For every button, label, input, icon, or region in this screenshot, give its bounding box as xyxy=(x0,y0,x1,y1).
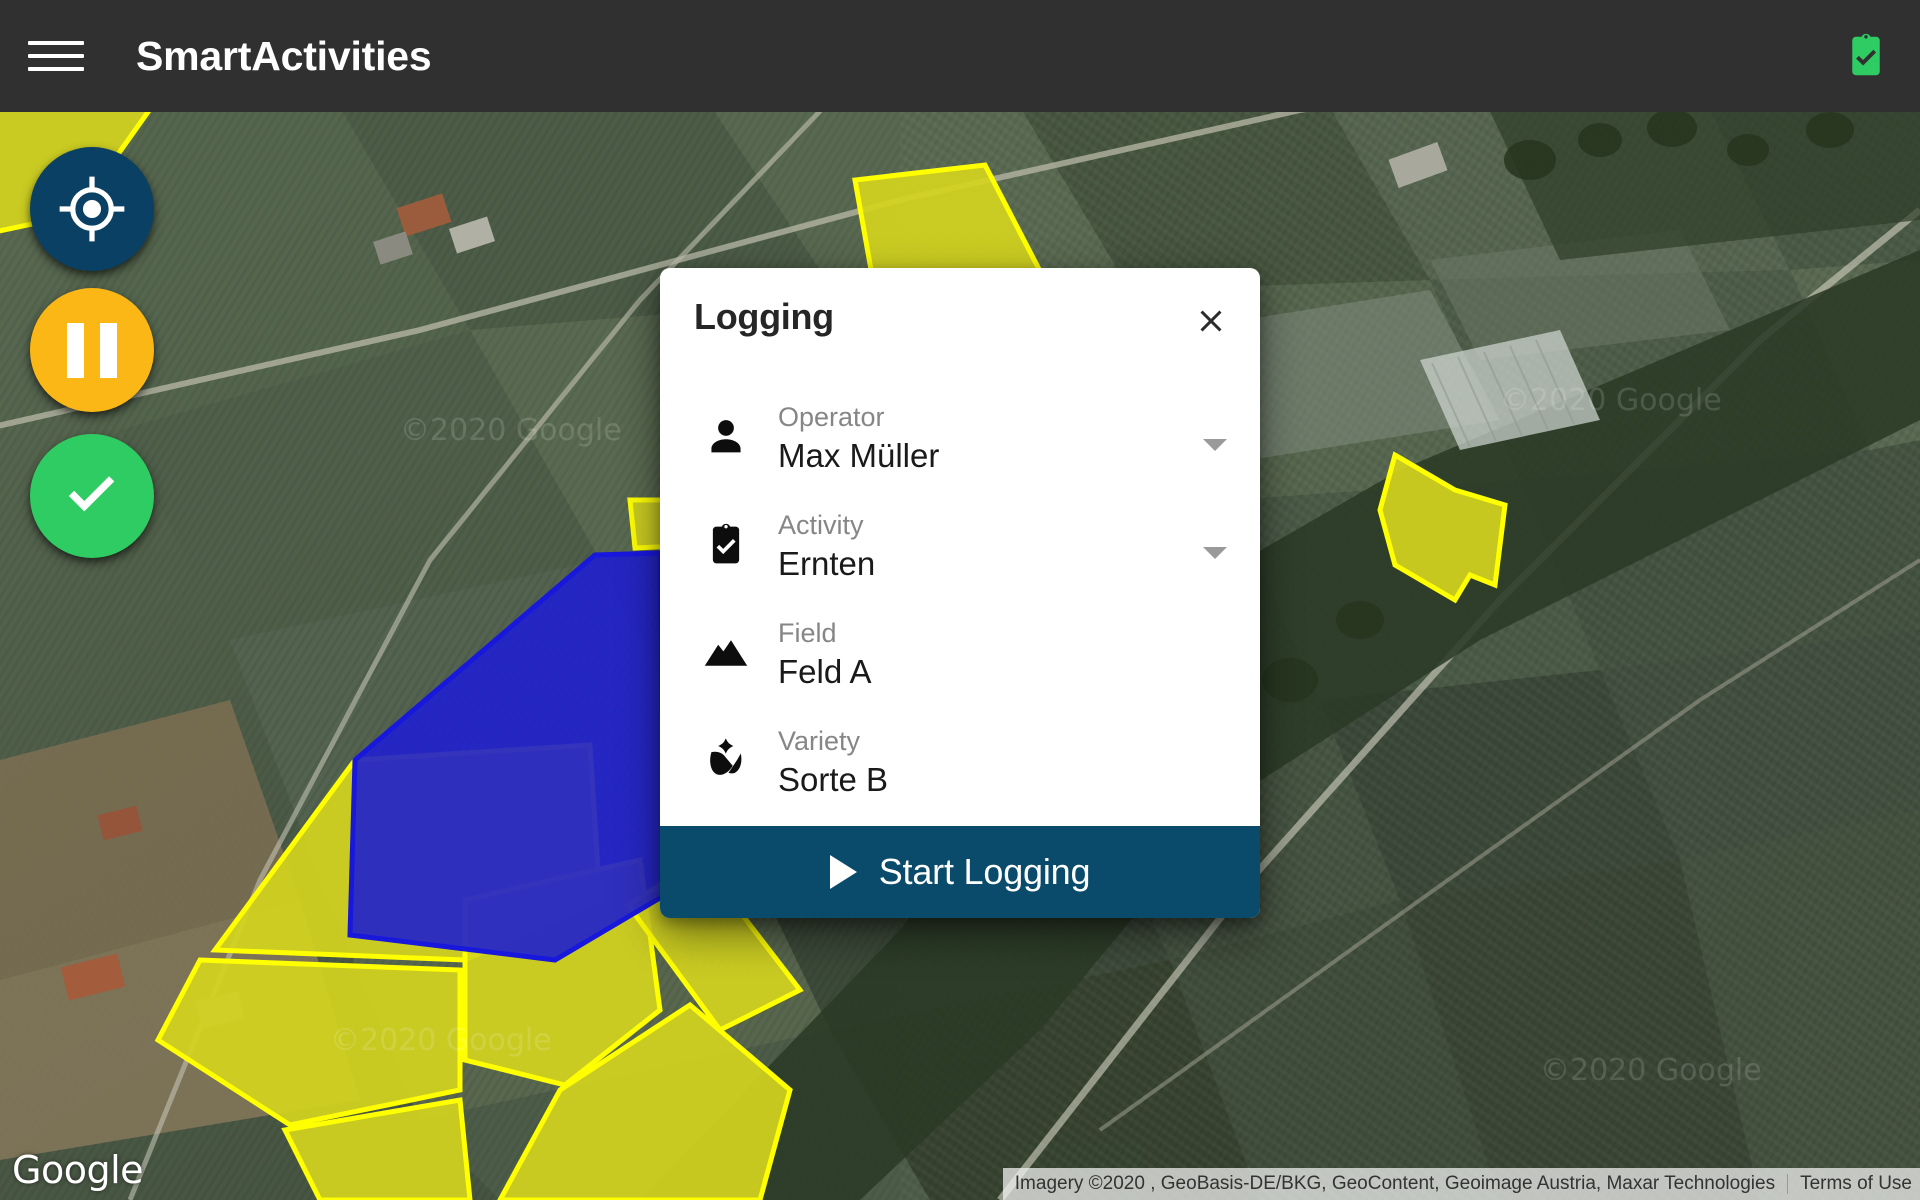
field-value-field: Feld A xyxy=(778,652,872,690)
pause-bar-left xyxy=(67,322,84,378)
rose-glyph xyxy=(710,738,742,775)
hamburger-menu-icon[interactable] xyxy=(28,36,84,76)
terrain-mountains-icon xyxy=(700,624,752,682)
dialog-header: Logging xyxy=(660,268,1260,366)
field-row-field[interactable]: Field Feld A xyxy=(660,582,1260,690)
play-icon xyxy=(829,855,857,889)
start-logging-button[interactable]: Start Logging xyxy=(660,826,1260,918)
pause-logging-button[interactable] xyxy=(30,288,154,412)
app-bar: SmartActivities xyxy=(0,0,1920,112)
locate-me-button[interactable] xyxy=(30,147,154,271)
chevron-down-icon-activity[interactable] xyxy=(1200,538,1230,568)
field-label-operator: Operator xyxy=(778,402,885,433)
clipboard-check-glyph xyxy=(1852,33,1880,76)
pause-bar-right xyxy=(100,322,117,378)
person-glyph xyxy=(711,420,741,453)
svg-text:©2020 Google: ©2020 Google xyxy=(400,413,622,448)
chevron-down-icon-operator[interactable] xyxy=(1200,430,1230,460)
app-root: ©2020 Google ©2020 Google ©2020 Google ©… xyxy=(0,0,1920,1200)
flower-rose-icon xyxy=(700,732,752,790)
field-value-activity: Ernten xyxy=(778,544,876,582)
dialog-fields: Operator Max Müller Activity Ernten Fiel… xyxy=(660,366,1260,826)
check-icon xyxy=(68,476,115,512)
confirm-logging-button[interactable] xyxy=(30,434,154,558)
clipboard-check-glyph xyxy=(712,523,740,564)
dialog-title: Logging xyxy=(694,296,834,337)
terrain-glyph xyxy=(704,640,748,666)
field-text-activity: Activity Ernten xyxy=(778,510,1200,582)
gps-crosshair-icon xyxy=(59,176,125,242)
field-label-field: Field xyxy=(778,618,837,649)
field-label-variety: Variety xyxy=(778,726,861,757)
caret-triangle xyxy=(1203,439,1227,451)
logging-dialog: Logging Operator Max Müller Activity Ern… xyxy=(660,268,1260,918)
field-row-variety[interactable]: Variety Sorte B xyxy=(660,690,1260,798)
menu-line-3 xyxy=(28,67,84,71)
svg-text:©2020 Google: ©2020 Google xyxy=(330,1023,552,1058)
clipboard-check-icon xyxy=(700,516,752,574)
svg-text:©2020 Google: ©2020 Google xyxy=(1500,383,1722,418)
close-x-glyph xyxy=(1200,310,1222,332)
page-title: SmartActivities xyxy=(136,32,432,79)
map-attribution-bar: Imagery ©2020 , GeoBasis-DE/BKG, GeoCont… xyxy=(1002,1168,1920,1200)
field-text-operator: Operator Max Müller xyxy=(778,402,1200,474)
attribution-divider xyxy=(1787,1174,1789,1194)
pause-icon xyxy=(67,322,117,378)
clipboard-check-icon[interactable] xyxy=(1840,30,1892,82)
map-attribution-text: Imagery ©2020 , GeoBasis-DE/BKG, GeoCont… xyxy=(1014,1173,1776,1194)
field-row-operator[interactable]: Operator Max Müller xyxy=(660,366,1260,474)
field-text-field: Field Feld A xyxy=(778,618,1230,690)
field-row-activity[interactable]: Activity Ernten xyxy=(660,474,1260,582)
terms-of-use-link[interactable]: Terms of Use xyxy=(1800,1173,1912,1195)
field-text-variety: Variety Sorte B xyxy=(778,726,1230,798)
field-value-operator: Max Müller xyxy=(778,436,940,474)
person-icon xyxy=(700,408,752,466)
svg-text:©2020 Google: ©2020 Google xyxy=(1540,1053,1762,1088)
google-logo: Google xyxy=(12,1148,144,1192)
close-icon[interactable] xyxy=(1188,298,1234,344)
menu-line-2 xyxy=(28,54,84,58)
start-logging-label: Start Logging xyxy=(878,851,1091,892)
field-value-variety: Sorte B xyxy=(778,760,889,798)
menu-line-1 xyxy=(28,41,84,45)
caret-triangle xyxy=(1203,547,1227,559)
field-label-activity: Activity xyxy=(778,510,864,541)
